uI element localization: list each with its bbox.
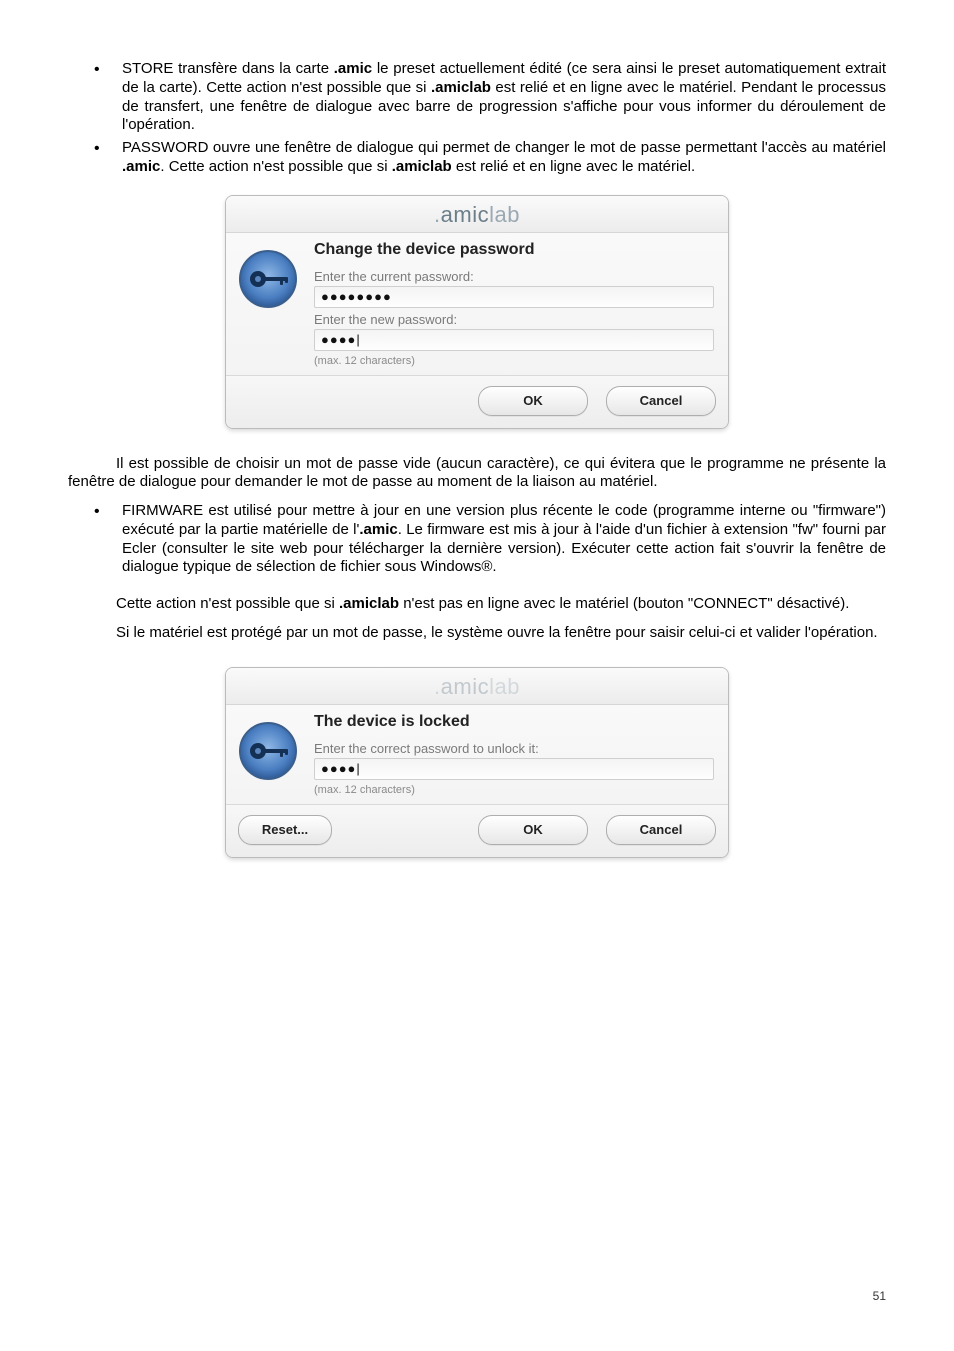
- text: STORE transfère dans la carte: [122, 60, 334, 77]
- page-number: 51: [873, 1289, 886, 1303]
- paragraph: Il est possible de choisir un mot de pas…: [68, 455, 886, 493]
- list-item: PASSWORD ouvre une fenêtre de dialogue q…: [122, 139, 886, 177]
- new-password-input[interactable]: [314, 329, 714, 351]
- text: .amiclab: [431, 79, 491, 96]
- dialog-titlebar-disabled: .amiclab: [226, 668, 728, 705]
- text: .amic: [359, 521, 397, 538]
- password-hint: (max. 12 characters): [314, 784, 714, 796]
- paragraph: Si le matériel est protégé par un mot de…: [68, 624, 886, 643]
- bullet-list-firmware: FIRMWARE est utilisé pour mettre à jour …: [68, 502, 886, 577]
- dialog-titlebar: .amiclab: [226, 196, 728, 233]
- unlock-password-input[interactable]: [314, 758, 714, 780]
- text: PASSWORD ouvre une fenêtre de dialogue q…: [122, 139, 886, 156]
- text: est relié et en ligne avec le matériel.: [452, 158, 695, 175]
- text: .: [434, 674, 441, 699]
- list-item: STORE transfère dans la carte .amic le p…: [122, 60, 886, 135]
- paragraph: Cette action n'est possible que si .amic…: [68, 595, 886, 614]
- device-locked-dialog: .amiclab: [225, 667, 729, 858]
- list-item: FIRMWARE est utilisé pour mettre à jour …: [122, 502, 886, 577]
- new-password-label: Enter the new password:: [314, 312, 714, 327]
- text: .: [434, 202, 441, 227]
- text: .amiclab: [339, 595, 399, 612]
- text: .amiclab: [392, 158, 452, 175]
- text: lab: [489, 674, 520, 699]
- current-password-input[interactable]: [314, 286, 714, 308]
- current-password-label: Enter the current password:: [314, 269, 714, 284]
- text: .amic: [122, 158, 160, 175]
- dialog-heading: Change the device password: [314, 241, 714, 259]
- reset-button[interactable]: Reset...: [238, 815, 332, 845]
- bullet-list-top: STORE transfère dans la carte .amic le p…: [68, 60, 886, 177]
- key-icon: [236, 719, 300, 783]
- ok-button[interactable]: OK: [478, 815, 588, 845]
- text: amic: [441, 674, 489, 699]
- change-password-dialog: .amiclab: [225, 195, 729, 429]
- ok-button[interactable]: OK: [478, 386, 588, 416]
- text: . Cette action n'est possible que si: [160, 158, 391, 175]
- cancel-button[interactable]: Cancel: [606, 815, 716, 845]
- text: Cette action n'est possible que si: [116, 595, 339, 612]
- password-hint: (max. 12 characters): [314, 355, 714, 367]
- text: amic: [441, 202, 489, 227]
- text: n'est pas en ligne avec le matériel (bou…: [399, 595, 849, 612]
- text: lab: [489, 202, 520, 227]
- brand-title: .amiclab: [434, 674, 520, 699]
- dialog-heading: The device is locked: [314, 713, 714, 731]
- text: .amic: [334, 60, 372, 77]
- cancel-button[interactable]: Cancel: [606, 386, 716, 416]
- unlock-password-label: Enter the correct password to unlock it:: [314, 741, 714, 756]
- key-icon: [236, 247, 300, 311]
- brand-title: .amiclab: [434, 202, 520, 227]
